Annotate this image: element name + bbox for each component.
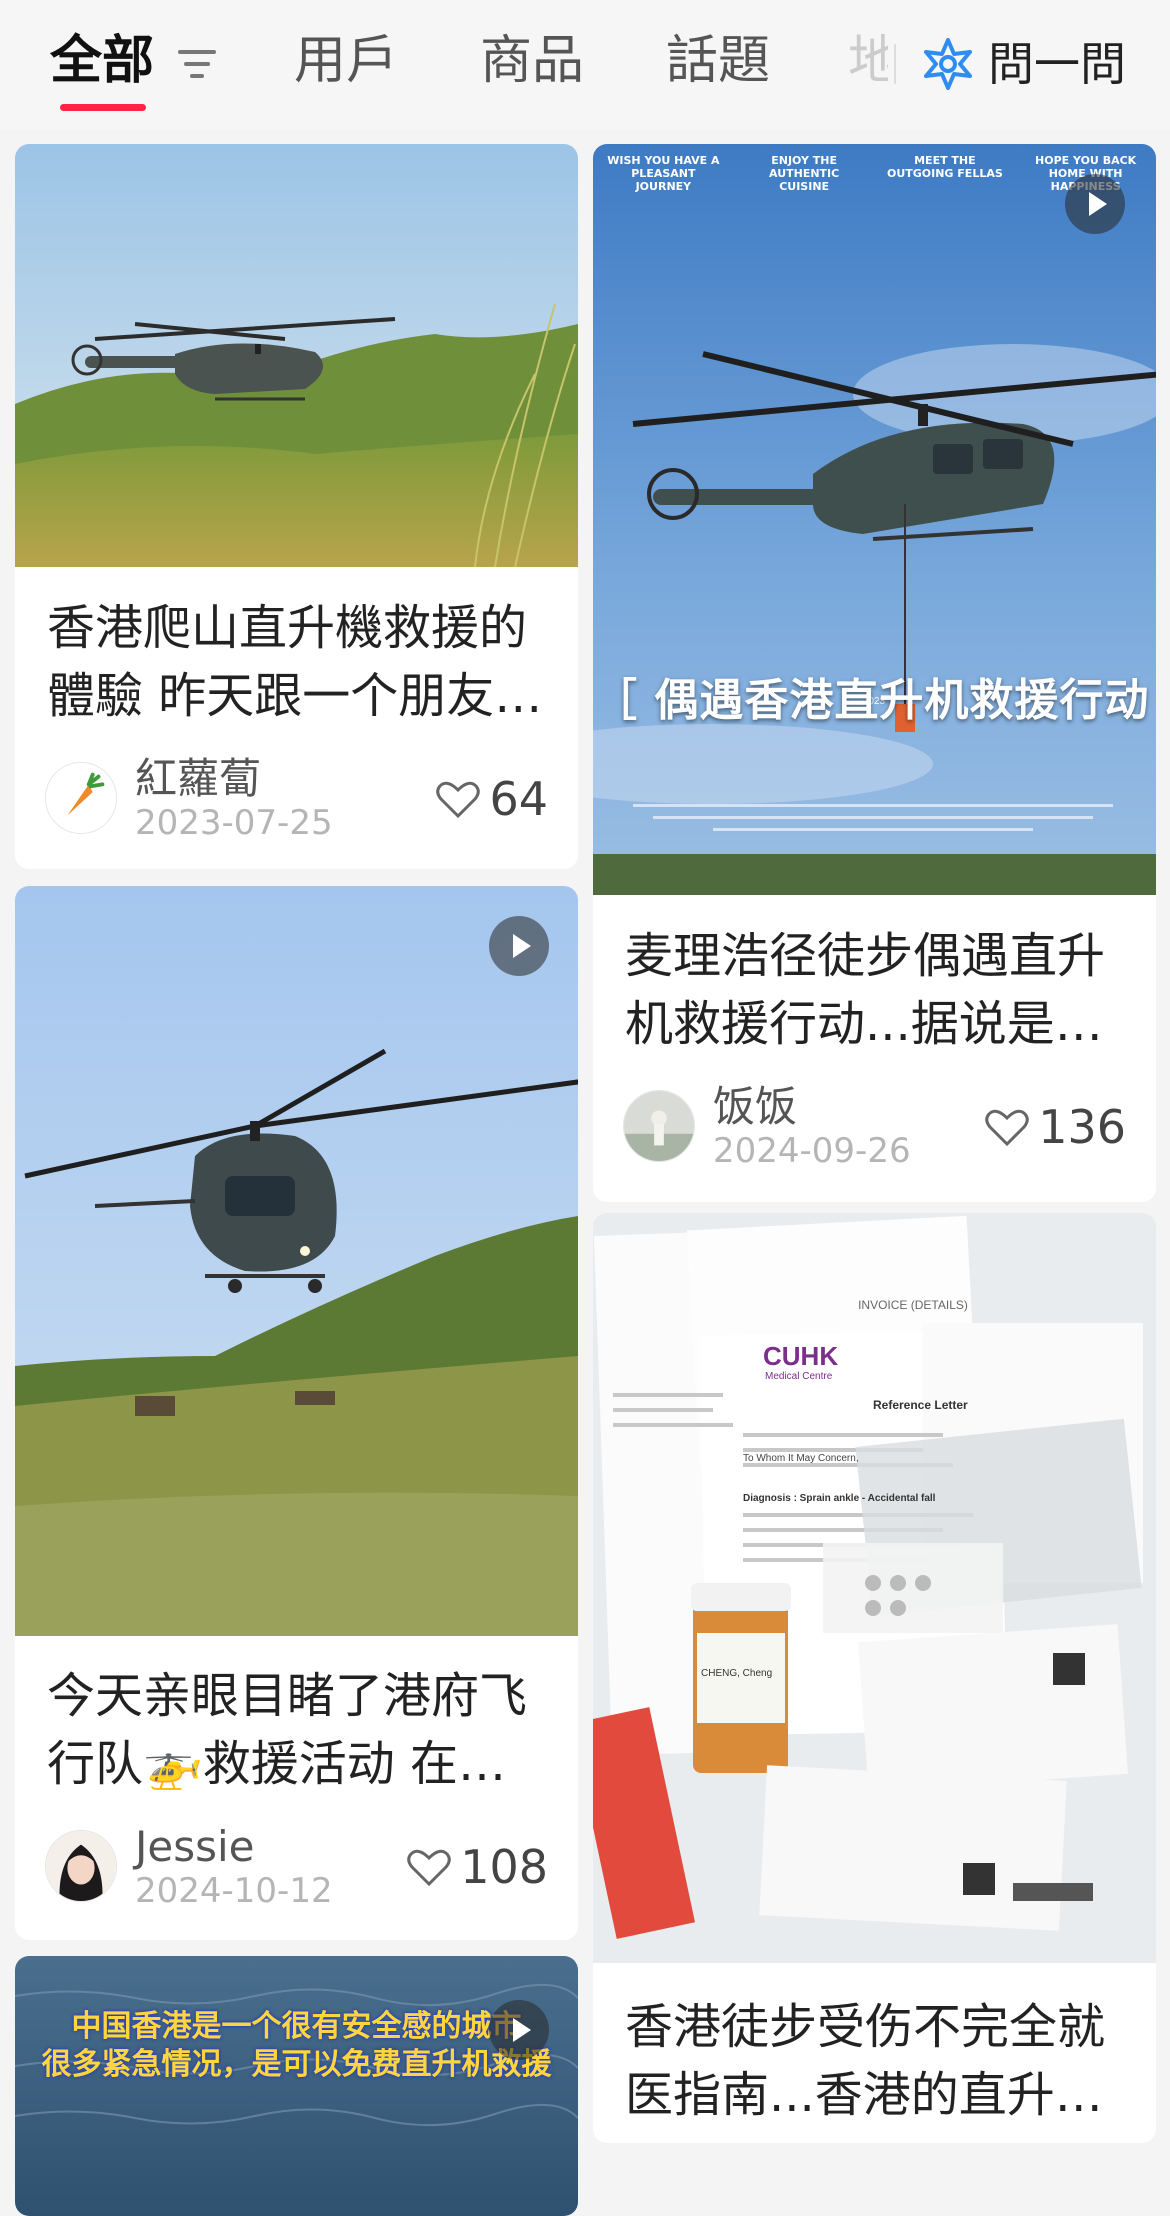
poster-tagline: MEET THE OUTGOING FELLAS — [886, 154, 1003, 180]
tab-places-partial[interactable]: 地 — [848, 28, 888, 94]
poster-tagline: WISH YOU HAVE A PLEASANT JOURNEY — [607, 154, 720, 193]
like-button[interactable]: 64 — [435, 772, 548, 826]
card-cover-image: INVOICE (DETAILS) CUHK Medical Centre Re… — [593, 1213, 1156, 1963]
clinic-brand: CUHK — [763, 1341, 839, 1371]
diagnosis-line: Diagnosis : Sprain ankle - Accidental fa… — [743, 1493, 936, 1504]
note-card[interactable]: 今天亲眼目睹了港府飞行队🚁救援活动 在西贡的山上 Jessie 2024-10-… — [15, 886, 578, 1940]
like-button[interactable]: 136 — [984, 1100, 1126, 1154]
heart-icon — [407, 1849, 451, 1887]
video-play-icon[interactable] — [1065, 174, 1125, 234]
invoice-heading: INVOICE (DETAILS) — [858, 1298, 968, 1312]
author-name[interactable]: 紅蘿蔔 — [135, 756, 261, 802]
author-avatar[interactable] — [623, 1090, 695, 1162]
bottle-patient-name: CHENG, Cheng — [701, 1668, 773, 1679]
note-card[interactable]: 香港爬山直升機救援的體驗 昨天跟一个朋友去走大東山 紅蘿蔔 2023-07-25… — [15, 144, 578, 869]
like-button[interactable]: 108 — [406, 1840, 548, 1894]
note-card[interactable]: 中国香港是一个很有安全感的城市 很多紧急情况，是可以免费直升机救援 — [15, 1956, 578, 2216]
post-date: 2024-10-12 — [135, 1871, 333, 1911]
author-name[interactable]: 饭饭 — [713, 1084, 797, 1130]
video-play-icon[interactable] — [489, 916, 549, 976]
note-card[interactable]: INVOICE (DETAILS) CUHK Medical Centre Re… — [593, 1213, 1156, 2143]
heart-icon — [985, 1109, 1029, 1147]
poster-tagline: ENJOY THE AUTHENTIC CUISINE — [769, 154, 840, 193]
card-cover-image — [15, 144, 578, 567]
video-play-icon[interactable] — [489, 2000, 549, 2060]
ask-label[interactable]: 問一問 — [988, 34, 1126, 94]
tab-all[interactable]: 全部 — [50, 28, 154, 94]
card-title[interactable]: 香港徒步受伤不完全就医指南...香港的直升机救援 — [625, 1993, 1128, 2129]
post-date: 2024-09-26 — [713, 1131, 911, 1171]
card-cover-image — [15, 886, 578, 1636]
heart-icon — [436, 781, 481, 819]
author-avatar[interactable] — [45, 762, 117, 834]
like-count: 64 — [489, 772, 548, 826]
carrot-icon — [46, 763, 116, 833]
card-title[interactable]: 香港爬山直升機救援的體驗 昨天跟一个朋友去走大東山 — [47, 594, 550, 730]
reference-letter-heading: Reference Letter — [873, 1398, 968, 1412]
active-tab-indicator — [60, 104, 146, 111]
card-title[interactable]: 麦理浩径徒步偶遇直升机救援行动...据说是有人受伤了 — [625, 922, 1128, 1058]
card-title[interactable]: 今天亲眼目睹了港府飞行队🚁救援活动 在西贡的山上 — [47, 1662, 550, 1798]
note-card[interactable]: 2023 WISH YOU HAVE A PLEASANT JOURNEY EN… — [593, 144, 1156, 1202]
tab-products[interactable]: 商品 — [480, 28, 584, 94]
letter-salutation: To Whom It May Concern, — [743, 1453, 859, 1464]
card-cover-image: 中国香港是一个很有安全感的城市 很多紧急情况，是可以免费直升机救援 — [15, 1956, 578, 2216]
clinic-brand-sub: Medical Centre — [765, 1371, 833, 1382]
author-avatar[interactable] — [45, 1830, 117, 1902]
post-date: 2023-07-25 — [135, 803, 333, 843]
filter-icon[interactable] — [174, 44, 220, 84]
tab-divider — [894, 44, 896, 84]
card-cover-image: 2023 WISH YOU HAVE A PLEASANT JOURNEY EN… — [593, 144, 1156, 895]
user-photo-icon — [624, 1091, 694, 1161]
cover-overlay-title: ［ 偶遇香港直升机救援行动 ］ — [593, 675, 1156, 726]
user-portrait-icon — [46, 1831, 116, 1901]
author-name[interactable]: Jessie — [135, 1824, 255, 1870]
ask-star-icon[interactable] — [920, 36, 976, 92]
like-count: 108 — [460, 1840, 548, 1894]
tab-topics[interactable]: 話題 — [666, 28, 770, 94]
tab-users[interactable]: 用戶 — [294, 28, 398, 94]
like-count: 136 — [1038, 1100, 1126, 1154]
top-tab-bar: 全部 用戶 商品 話題 地 問一問 — [0, 0, 1170, 130]
